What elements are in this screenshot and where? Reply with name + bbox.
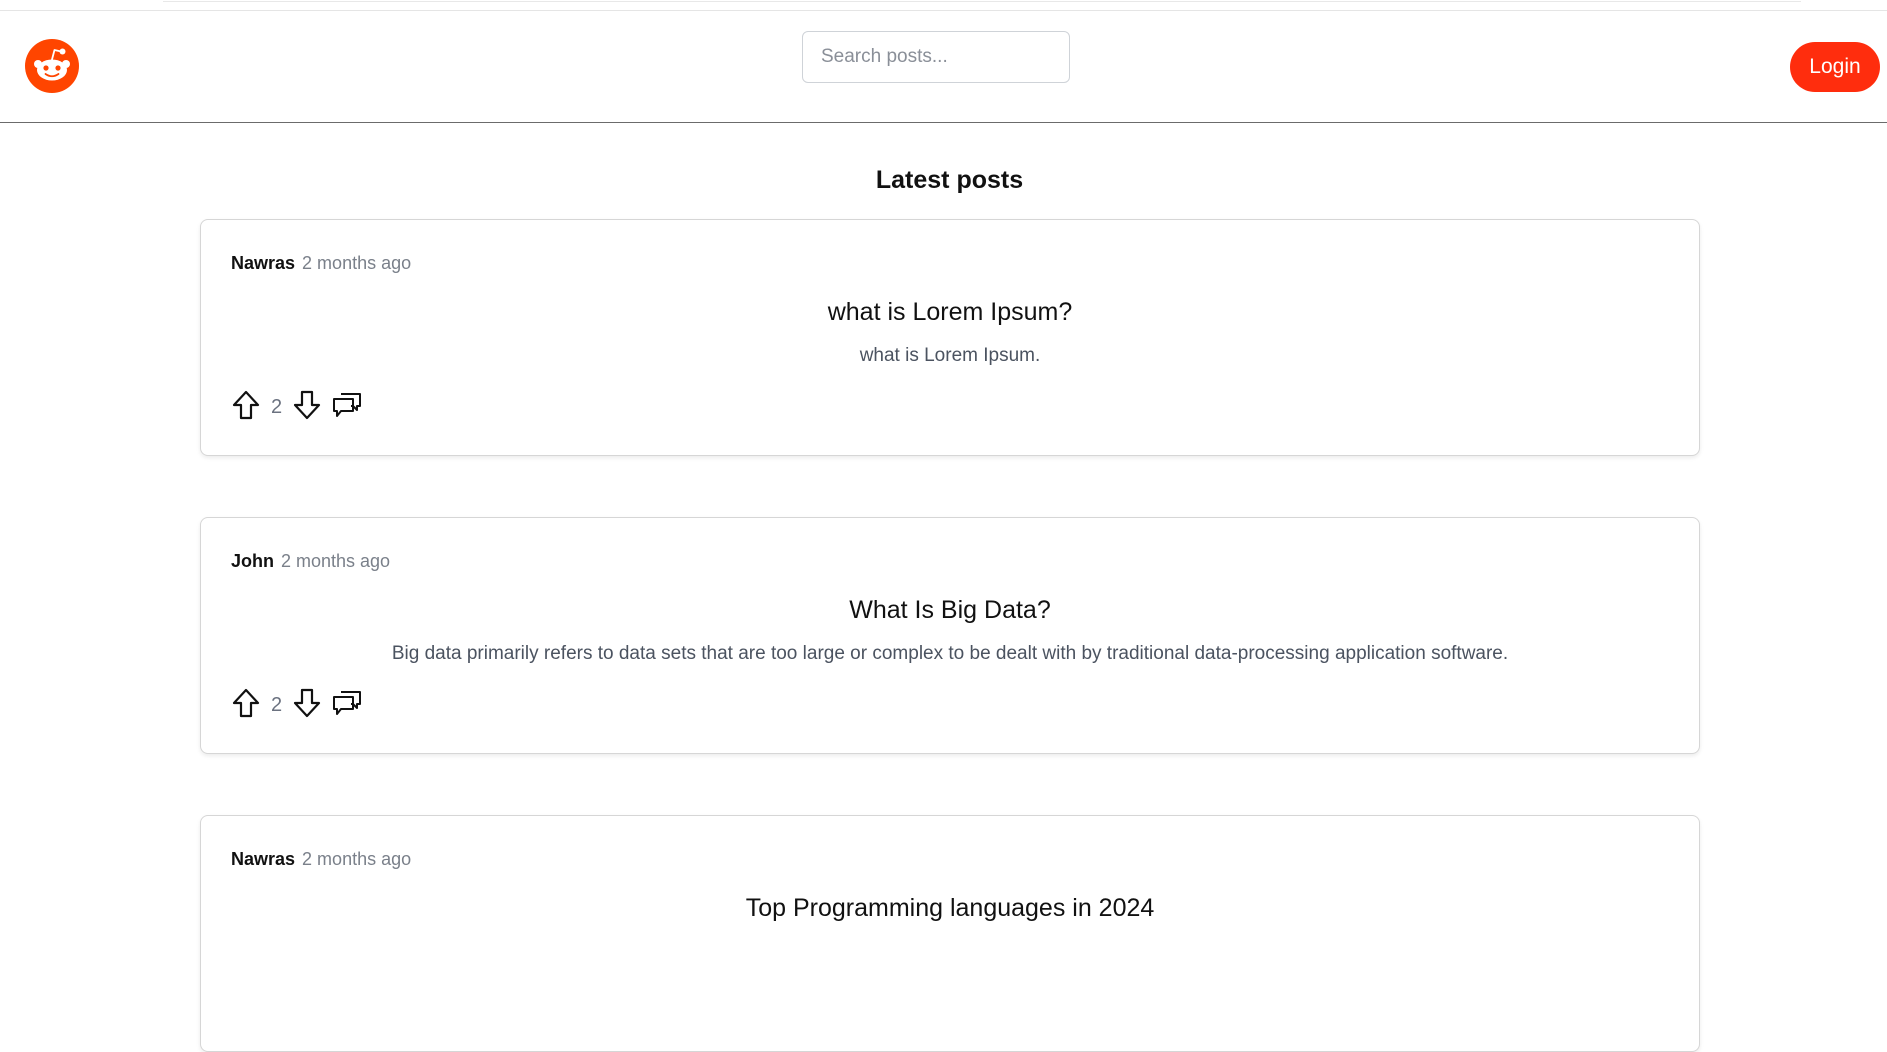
post-card[interactable]: Nawras 2 months ago Top Programming langu… [200,815,1700,1052]
site-header: Login [0,11,1887,123]
post-timestamp: 2 months ago [302,253,412,273]
post-title[interactable]: Top Programming languages in 2024 [201,894,1699,923]
downvote-arrow-icon[interactable] [292,389,322,421]
post-meta: Nawras 2 months ago [231,253,411,274]
post-meta: John 2 months ago [231,551,390,572]
vote-count: 2 [271,693,283,716]
post-actions: 2 [231,389,362,421]
comments-icon[interactable] [332,687,362,719]
post-actions: 2 [231,687,362,719]
post-title[interactable]: What Is Big Data? [201,596,1699,625]
post-body: Big data primarily refers to data sets t… [391,643,1509,664]
post-card[interactable]: Nawras 2 months ago what is Lorem Ipsum? … [200,219,1700,456]
browser-top-strip [0,0,1887,11]
post-meta: Nawras 2 months ago [231,849,411,870]
comments-icon[interactable] [332,389,362,421]
post-author[interactable]: John [231,551,274,571]
post-timestamp: 2 months ago [281,551,391,571]
page-title: Latest posts [875,166,1024,194]
upvote-arrow-icon[interactable] [231,687,261,719]
top-strip-line [163,0,1801,2]
post-author[interactable]: Nawras [231,253,295,273]
search-input[interactable] [802,31,1070,83]
post-title[interactable]: what is Lorem Ipsum? [201,298,1699,327]
post-author[interactable]: Nawras [231,849,295,869]
downvote-arrow-icon[interactable] [292,687,322,719]
post-card[interactable]: John 2 months ago What Is Big Data? Big d… [200,517,1700,754]
vote-count: 2 [271,395,283,418]
login-button[interactable]: Login [1790,42,1880,92]
post-body: what is Lorem Ipsum. [859,345,1041,366]
post-timestamp: 2 months ago [302,849,412,869]
upvote-arrow-icon[interactable] [231,389,261,421]
reddit-logo-icon[interactable] [25,39,79,93]
